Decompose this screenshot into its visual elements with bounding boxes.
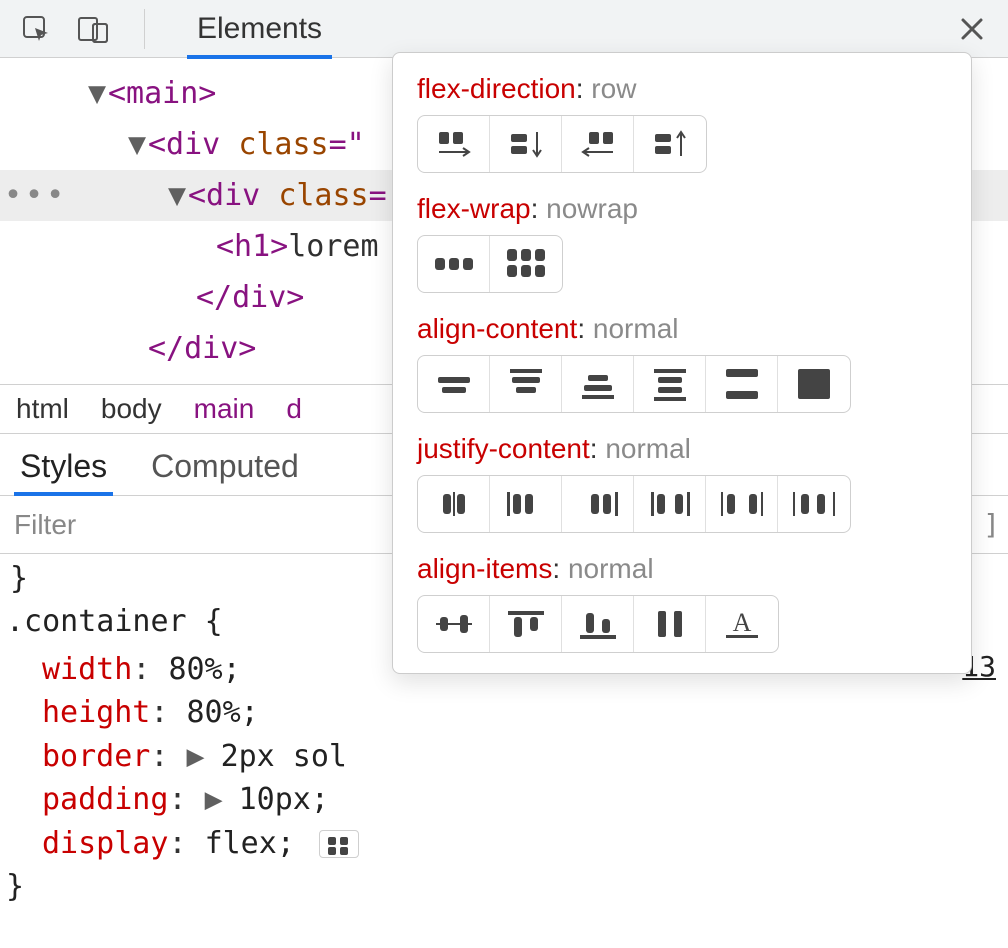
tab-computed[interactable]: Computed	[151, 448, 299, 485]
justify-content-space-around[interactable]	[706, 476, 778, 532]
crumb-html[interactable]: html	[16, 393, 69, 425]
justify-content-flex-end[interactable]	[562, 476, 634, 532]
flex-wrap-nowrap[interactable]	[418, 236, 490, 292]
tab-elements[interactable]: Elements	[197, 0, 322, 58]
filter-trailing: ]	[983, 508, 1000, 541]
expand-icon[interactable]: ▶	[187, 735, 203, 779]
inspect-element-icon[interactable]	[16, 9, 56, 49]
css-prop-display[interactable]: display: flex;	[42, 822, 376, 866]
justify-content-group: justify-content: normal	[417, 433, 947, 533]
flex-direction-column[interactable]	[490, 116, 562, 172]
align-content-stretch[interactable]	[778, 356, 850, 412]
flex-wrap-group: flex-wrap: nowrap	[417, 193, 947, 293]
justify-content-flex-start[interactable]	[490, 476, 562, 532]
flex-direction-group: flex-direction: row	[417, 73, 947, 173]
css-prop-width[interactable]: width: 80%;	[42, 648, 376, 692]
align-items-group: align-items: normal A	[417, 553, 947, 653]
align-items-stretch[interactable]	[634, 596, 706, 652]
css-close-brace: }	[6, 865, 1002, 909]
align-items-baseline[interactable]: A	[706, 596, 778, 652]
toolbar-divider	[144, 9, 145, 49]
align-content-center[interactable]	[418, 356, 490, 412]
flex-editor-icon[interactable]	[319, 830, 359, 858]
devtools-toolbar: Elements	[0, 0, 1008, 58]
align-items-center[interactable]	[418, 596, 490, 652]
flex-direction-row[interactable]	[418, 116, 490, 172]
tab-styles[interactable]: Styles	[20, 448, 107, 485]
crumb-div[interactable]: d	[286, 393, 302, 425]
align-content-group: align-content: normal	[417, 313, 947, 413]
crumb-main[interactable]: main	[194, 393, 255, 425]
align-content-space-between[interactable]	[706, 356, 778, 412]
align-items-name: align-items	[417, 553, 552, 584]
close-icon[interactable]	[952, 9, 992, 49]
ellipsis-icon[interactable]: •••	[4, 181, 67, 211]
justify-content-space-evenly[interactable]	[778, 476, 850, 532]
align-content-space-around[interactable]	[634, 356, 706, 412]
svg-text:A: A	[733, 608, 752, 637]
expand-icon[interactable]: ▶	[205, 778, 221, 822]
justify-content-space-between[interactable]	[634, 476, 706, 532]
justify-content-center[interactable]	[418, 476, 490, 532]
flex-direction-row-reverse[interactable]	[562, 116, 634, 172]
justify-content-name: justify-content	[417, 433, 590, 464]
devtools-root: Elements ▼<main> ▼<div class=" ••• ▼<div…	[0, 0, 1008, 948]
align-content-name: align-content	[417, 313, 577, 344]
css-prop-padding[interactable]: padding: ▶ 10px;	[42, 778, 376, 822]
flex-direction-value: row	[591, 73, 636, 104]
justify-content-value: normal	[605, 433, 691, 464]
flex-wrap-wrap[interactable]	[490, 236, 562, 292]
flex-wrap-value: nowrap	[546, 193, 638, 224]
caret-down-icon[interactable]: ▼	[128, 119, 148, 170]
caret-down-icon[interactable]: ▼	[88, 68, 108, 119]
align-content-value: normal	[593, 313, 679, 344]
align-items-value: normal	[568, 553, 654, 584]
align-content-flex-end[interactable]	[562, 356, 634, 412]
align-content-flex-start[interactable]	[490, 356, 562, 412]
device-toggle-icon[interactable]	[74, 9, 114, 49]
flex-wrap-name: flex-wrap	[417, 193, 531, 224]
css-prop-border[interactable]: border: ▶ 2px sol	[42, 735, 376, 779]
align-items-flex-start[interactable]	[490, 596, 562, 652]
crumb-body[interactable]: body	[101, 393, 162, 425]
align-items-flex-end[interactable]	[562, 596, 634, 652]
flex-direction-name: flex-direction	[417, 73, 576, 104]
caret-down-icon[interactable]: ▼	[168, 170, 188, 221]
css-prop-height[interactable]: height: 80%;	[42, 691, 376, 735]
flexbox-popover: flex-direction: row flex-wrap: nowrap al…	[392, 52, 972, 674]
flex-direction-column-reverse[interactable]	[634, 116, 706, 172]
